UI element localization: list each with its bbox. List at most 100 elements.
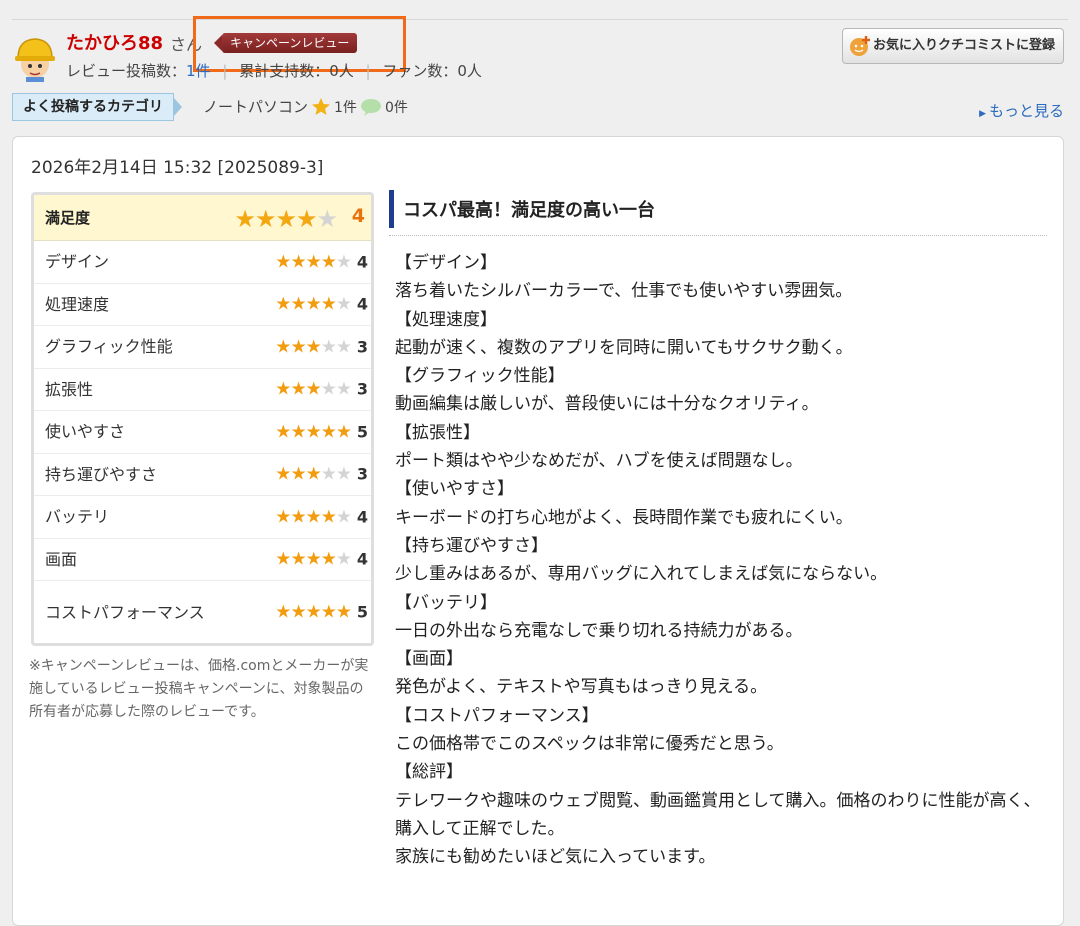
review-count-link[interactable]: 1件 [186, 62, 211, 80]
rating-row: コストパフォーマンス ★★★★★ 5 [34, 581, 371, 643]
rating-stars: ★★★★★ [275, 421, 352, 443]
star-icon: ★ [290, 421, 306, 443]
review-body-line: 起動が速く、複数のアプリを同時に開いてもサクサク動く。 [395, 337, 853, 358]
category-summary: ノートパソコン 1件 0件 [203, 96, 408, 117]
more-link[interactable]: ▶ もっと見る [979, 100, 1064, 121]
star-icon: ★ [275, 601, 291, 623]
star-icon: ★ [275, 378, 291, 400]
rating-rows: デザイン ★★★★★ 4 処理速度 ★★★★★ 4 グラフィック性能 ★★★★★ 3 拡張性… [34, 241, 371, 643]
review-body-line: 【コストパフォーマンス】 [395, 705, 599, 726]
rating-label: バッテリ [45, 507, 110, 527]
rating-row: 拡張性 ★★★★★ 3 [34, 369, 371, 411]
star-icon: ★ [290, 601, 306, 623]
rating-row: 処理速度 ★★★★★ 4 [34, 284, 371, 326]
fan-count-value: 0人 [457, 62, 482, 80]
star-icon: ★ [305, 293, 322, 315]
star-icon: ★ [305, 421, 322, 443]
overall-rating-score: 4 [351, 205, 365, 227]
rating-label: 持ち運びやすさ [45, 464, 158, 484]
username[interactable]: たかひろ88 [66, 29, 163, 55]
star-icon: ★ [335, 601, 352, 623]
star-icon [312, 97, 331, 115]
review-body-line: 【総評】 [395, 762, 463, 783]
star-icon: ★ [290, 506, 306, 528]
star-icon: ★ [305, 251, 322, 273]
rating-stars: ★★★★★ [275, 336, 352, 358]
rating-table: 満足度 ★★★★★ 4 デザイン ★★★★★ 4 処理速度 ★★★★★ 4 グラフィック… [31, 192, 374, 646]
rating-score: 3 [356, 464, 368, 484]
category-name-link[interactable]: ノートパソコン [203, 96, 308, 117]
star-icon: ★ [305, 336, 322, 358]
star-icon: ★ [335, 463, 352, 485]
review-body-line: 動画編集は厳しいが、普段使いには十分なクオリティ。 [395, 394, 819, 415]
overall-rating-label: 満足度 [45, 209, 91, 227]
star-icon: ★ [290, 251, 306, 273]
review-card: 2026年2月14日 15:32 [2025089-3] 満足度 ★★★★★ 4… [12, 136, 1064, 926]
rating-stars: ★★★★★ [275, 463, 352, 485]
star-icon: ★ [320, 378, 337, 400]
rating-label: グラフィック性能 [45, 337, 173, 357]
fan-count-label: ファン数： [382, 62, 458, 80]
star-icon: ★ [290, 336, 306, 358]
review-body-line: 【拡張性】 [395, 422, 480, 443]
star-icon: ★ [290, 463, 306, 485]
review-body-line: 落ち着いたシルバーカラーで、仕事でも使いやすい雰囲気。 [395, 281, 853, 302]
review-body-line: 発色がよく、テキストや写真もはっきり見える。 [395, 677, 768, 698]
rating-score: 3 [356, 379, 368, 399]
rating-score: 3 [356, 337, 368, 357]
rating-label: 拡張性 [45, 379, 94, 399]
review-body-line: この価格帯でこのスペックは非常に優秀だと思う。 [395, 734, 784, 755]
rating-label: コストパフォーマンス [45, 602, 205, 622]
rating-stars: ★★★★★ [275, 506, 352, 528]
star-icon: ★ [254, 205, 276, 233]
star-icon: ★ [316, 205, 337, 233]
star-icon: ★ [275, 251, 291, 273]
more-link-label: もっと見る [988, 102, 1064, 120]
rating-label: デザイン [45, 252, 110, 272]
rating-row: デザイン ★★★★★ 4 [34, 241, 371, 284]
add-favorite-reviewer-button[interactable]: お気に入りクチコミストに登録 [842, 28, 1064, 64]
star-icon: ★ [335, 421, 352, 443]
add-favorite-label: お気に入りクチコミストに登録 [873, 38, 1056, 53]
rating-stars: ★★★★★ [275, 293, 352, 315]
overall-rating-row: 満足度 ★★★★★ 4 [34, 195, 371, 241]
rating-stars: ★★★★★ [275, 548, 352, 570]
star-icon: ★ [335, 336, 352, 358]
campaign-note: ※キャンペーンレビューは、価格.comとメーカーが実施しているレビュー投稿キャン… [29, 658, 369, 720]
star-icon: ★ [305, 548, 322, 570]
rating-row: 使いやすさ ★★★★★ 5 [34, 411, 371, 454]
review-datetime: 2026年2月14日 15:32 [2025089-3] [31, 158, 324, 178]
star-icon: ★ [320, 548, 337, 570]
star-icon: ★ [320, 463, 337, 485]
review-body-line: 【使いやすさ】 [395, 479, 514, 500]
star-icon: ★ [305, 506, 322, 528]
star-icon: ★ [320, 421, 337, 443]
star-icon: ★ [335, 506, 352, 528]
star-icon: ★ [275, 506, 291, 528]
review-count-label: レビュー投稿数： [66, 62, 187, 80]
rating-score: 5 [356, 602, 368, 622]
rating-score: 4 [356, 549, 368, 569]
category-star-count: 1件 [334, 99, 357, 116]
add-favorite-icon [850, 36, 870, 56]
review-body-line: 【画面】 [395, 649, 463, 670]
star-icon: ★ [335, 378, 352, 400]
star-icon: ★ [275, 205, 296, 233]
star-icon: ★ [295, 205, 317, 233]
star-icon: ★ [275, 336, 291, 358]
star-icon: ★ [275, 421, 291, 443]
star-icon: ★ [320, 336, 337, 358]
review-title: コスパ最高！満足度の高い一台 [389, 190, 1047, 236]
star-icon: ★ [275, 293, 291, 315]
rating-score: 4 [356, 252, 368, 272]
review-body-line: ポート類はやや少なめだが、ハブを使えば問題なし。 [395, 451, 803, 472]
star-icon: ★ [290, 378, 306, 400]
star-icon: ★ [305, 463, 322, 485]
rating-row: 持ち運びやすさ ★★★★★ 3 [34, 454, 371, 496]
star-icon: ★ [275, 463, 291, 485]
rating-label: 画面 [45, 549, 78, 569]
rating-stars: ★★★★★ [275, 378, 352, 400]
rating-score: 4 [356, 294, 368, 314]
user-avatar-icon[interactable] [12, 34, 58, 82]
review-body-line: 一日の外出なら充電なしで乗り切れる持続力がある。 [395, 620, 803, 641]
